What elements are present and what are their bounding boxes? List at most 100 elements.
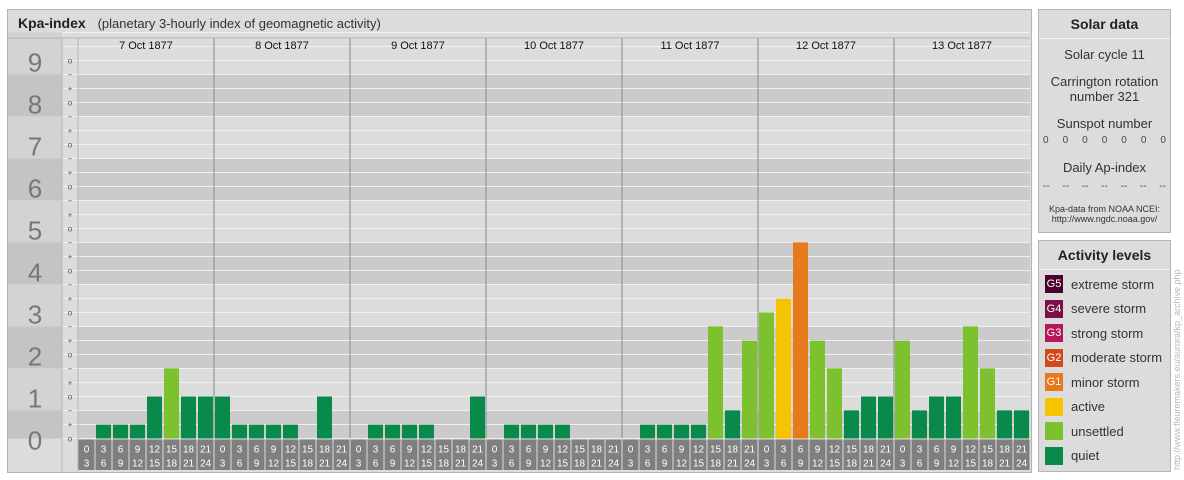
interval-start-label: 18 (999, 445, 1011, 456)
interval-start-label: 18 (319, 445, 331, 456)
sunspot-value: 0 (1043, 135, 1049, 146)
interval-end-label: 3 (356, 459, 362, 470)
sunspot-value: 0 (1082, 135, 1088, 146)
y-minor-label: + (68, 127, 73, 136)
solar-cycle: Solar cycle 11 (1064, 47, 1145, 62)
day-label: 12 Oct 1877 (796, 40, 856, 52)
interval-start-label: 0 (356, 445, 362, 456)
ap-value: -- (1120, 181, 1128, 192)
interval-start-label: 3 (917, 445, 923, 456)
sunspot-label: Sunspot number (1056, 116, 1153, 131)
ap-value: -- (1062, 181, 1070, 192)
kp-bar (385, 424, 400, 439)
y-tick-label: 9 (28, 48, 42, 78)
interval-start-label: 6 (526, 445, 532, 456)
y-minor-label: + (68, 295, 73, 304)
y-minor-label: − (68, 155, 73, 164)
y-minor-label: o (68, 57, 73, 66)
ap-index-label: Daily Ap-index (1062, 160, 1147, 175)
plot-band (78, 200, 1030, 243)
kp-bar (810, 340, 825, 439)
y-tick-label: 4 (28, 258, 42, 288)
y-minor-label: o (68, 435, 73, 444)
interval-start-label: 12 (693, 445, 705, 456)
kp-bar (181, 396, 196, 439)
interval-end-label: 6 (237, 459, 243, 470)
interval-end-label: 3 (764, 459, 770, 470)
y-minor-label: + (68, 379, 73, 388)
solar-data-heading: Solar data (1039, 10, 1170, 39)
interval-end-label: 15 (965, 459, 977, 470)
legend-swatch (1045, 446, 1063, 465)
kp-bar (742, 340, 757, 439)
sunspot-value: 0 (1140, 135, 1147, 146)
interval-start-label: 15 (574, 445, 586, 456)
kp-bar (691, 424, 706, 439)
ap-value: -- (1139, 181, 1147, 192)
legend-item-active: active (1045, 397, 1105, 417)
legend-label: quiet (1071, 448, 1100, 463)
interval-start-label: 18 (183, 445, 195, 456)
interval-start-label: 3 (373, 445, 379, 456)
data-source-link[interactable]: http://www.ngdc.noaa.gov/ (1039, 214, 1170, 224)
legend-item-minor-storm: G1 minor storm (1045, 372, 1140, 392)
interval-start-label: 0 (492, 445, 498, 456)
interval-end-label: 12 (812, 459, 824, 470)
kp-bar (402, 424, 417, 439)
y-minor-label: − (68, 197, 73, 206)
y-tick-label: 7 (28, 132, 42, 162)
interval-end-label: 12 (948, 459, 960, 470)
interval-start-label: 0 (628, 445, 634, 456)
interval-end-label: 21 (999, 459, 1011, 470)
interval-start-label: 12 (149, 445, 161, 456)
plot-band (78, 158, 1030, 201)
y-minor-label: − (68, 323, 73, 332)
y-tick-label: 1 (28, 384, 42, 414)
y-minor-label: − (68, 239, 73, 248)
interval-end-label: 9 (254, 459, 260, 470)
kp-bar (861, 396, 876, 439)
sunspot-value: 0 (1160, 135, 1166, 146)
interval-end-label: 12 (676, 459, 688, 470)
kp-bar (912, 410, 927, 439)
interval-start-label: 12 (965, 445, 977, 456)
interval-end-label: 21 (727, 459, 739, 470)
legend-label: active (1071, 399, 1105, 414)
y-minor-label: o (68, 393, 73, 402)
interval-start-label: 0 (900, 445, 906, 456)
kp-bar (708, 326, 723, 439)
interval-start-label: 21 (336, 445, 348, 456)
legend-label: moderate storm (1071, 350, 1163, 365)
interval-start-label: 15 (982, 445, 994, 456)
kp-bar (878, 396, 893, 439)
interval-start-label: 9 (543, 445, 549, 456)
day-label: 9 Oct 1877 (391, 40, 445, 52)
interval-end-label: 24 (200, 459, 212, 470)
day-label: 8 Oct 1877 (255, 40, 309, 52)
interval-start-label: 12 (285, 445, 297, 456)
ap-value: -- (1081, 181, 1089, 192)
legend-label: extreme storm (1071, 276, 1155, 292)
ap-index-values: -- -- -- -- -- -- -- (1039, 181, 1170, 192)
y-minor-label: o (68, 309, 73, 318)
interval-end-label: 21 (183, 459, 195, 470)
day-label: 11 Oct 1877 (660, 40, 719, 52)
interval-end-label: 18 (166, 459, 178, 470)
kp-bar (266, 424, 281, 439)
legend-item-severe-storm: G4 severe storm (1045, 299, 1146, 319)
chart-subtitle: (planetary 3-hourly index of geomagnetic… (97, 16, 381, 31)
kp-bar (963, 326, 978, 439)
interval-start-label: 9 (815, 445, 821, 456)
kp-bar (827, 368, 842, 439)
interval-end-label: 12 (404, 459, 416, 470)
interval-end-label: 6 (373, 459, 379, 470)
legend-item-strong-storm: G3 strong storm (1045, 323, 1143, 343)
interval-start-label: 21 (608, 445, 620, 456)
kp-bar (1014, 410, 1029, 439)
sunspot-value: 0 (1101, 135, 1108, 146)
kp-bar (368, 424, 383, 439)
kp-bar (215, 396, 230, 439)
day-label: 7 Oct 1877 (119, 40, 173, 52)
sunspot-value: 0 (1121, 135, 1127, 146)
y-minor-label: o (68, 267, 73, 276)
